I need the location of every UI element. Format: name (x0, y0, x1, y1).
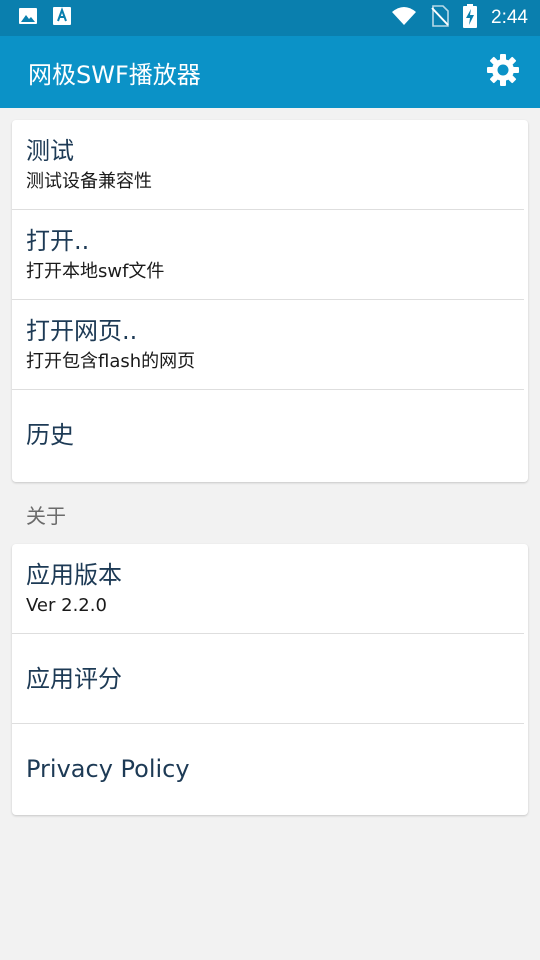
gear-icon (486, 53, 520, 91)
menu-item-test[interactable]: 测试 测试设备兼容性 (12, 120, 528, 210)
menu-item-subtitle: Ver 2.2.0 (26, 595, 107, 616)
menu-item-title: Privacy Policy (26, 755, 190, 783)
menu-item-app-version[interactable]: 应用版本 Ver 2.2.0 (12, 544, 528, 634)
settings-button[interactable] (484, 53, 522, 91)
status-left (18, 6, 72, 30)
menu-item-title: 打开.. (26, 227, 90, 255)
main-menu-card: 测试 测试设备兼容性 打开.. 打开本地swf文件 打开网页.. 打开包含fla… (12, 120, 528, 482)
menu-item-title: 打开网页.. (26, 317, 138, 345)
menu-item-open-file[interactable]: 打开.. 打开本地swf文件 (12, 210, 528, 300)
menu-item-privacy-policy[interactable]: Privacy Policy (12, 724, 528, 814)
menu-item-open-webpage[interactable]: 打开网页.. 打开包含flash的网页 (12, 300, 528, 390)
menu-item-subtitle: 测试设备兼容性 (26, 171, 152, 192)
status-bar: 2:44 (0, 0, 540, 36)
menu-item-title: 应用评分 (26, 665, 122, 693)
menu-item-title: 测试 (26, 137, 74, 165)
menu-item-title: 应用版本 (26, 561, 122, 589)
about-card: 应用版本 Ver 2.2.0 应用评分 Privacy Policy (12, 544, 528, 815)
image-icon (18, 6, 38, 30)
status-right: 2:44 (391, 4, 528, 32)
wifi-icon (391, 6, 417, 30)
app-bar: 网极SWF播放器 (0, 36, 540, 108)
menu-item-subtitle: 打开本地swf文件 (26, 261, 165, 282)
no-sim-icon (431, 5, 449, 31)
menu-item-history[interactable]: 历史 (12, 390, 528, 480)
app-title: 网极SWF播放器 (28, 60, 201, 89)
text-a-icon (52, 6, 72, 30)
menu-item-subtitle: 打开包含flash的网页 (26, 351, 196, 372)
section-label-about: 关于 (26, 504, 66, 528)
battery-charging-icon (463, 4, 478, 32)
menu-item-title: 历史 (26, 421, 74, 449)
status-time: 2:44 (491, 7, 528, 28)
menu-item-rate-app[interactable]: 应用评分 (12, 634, 528, 724)
